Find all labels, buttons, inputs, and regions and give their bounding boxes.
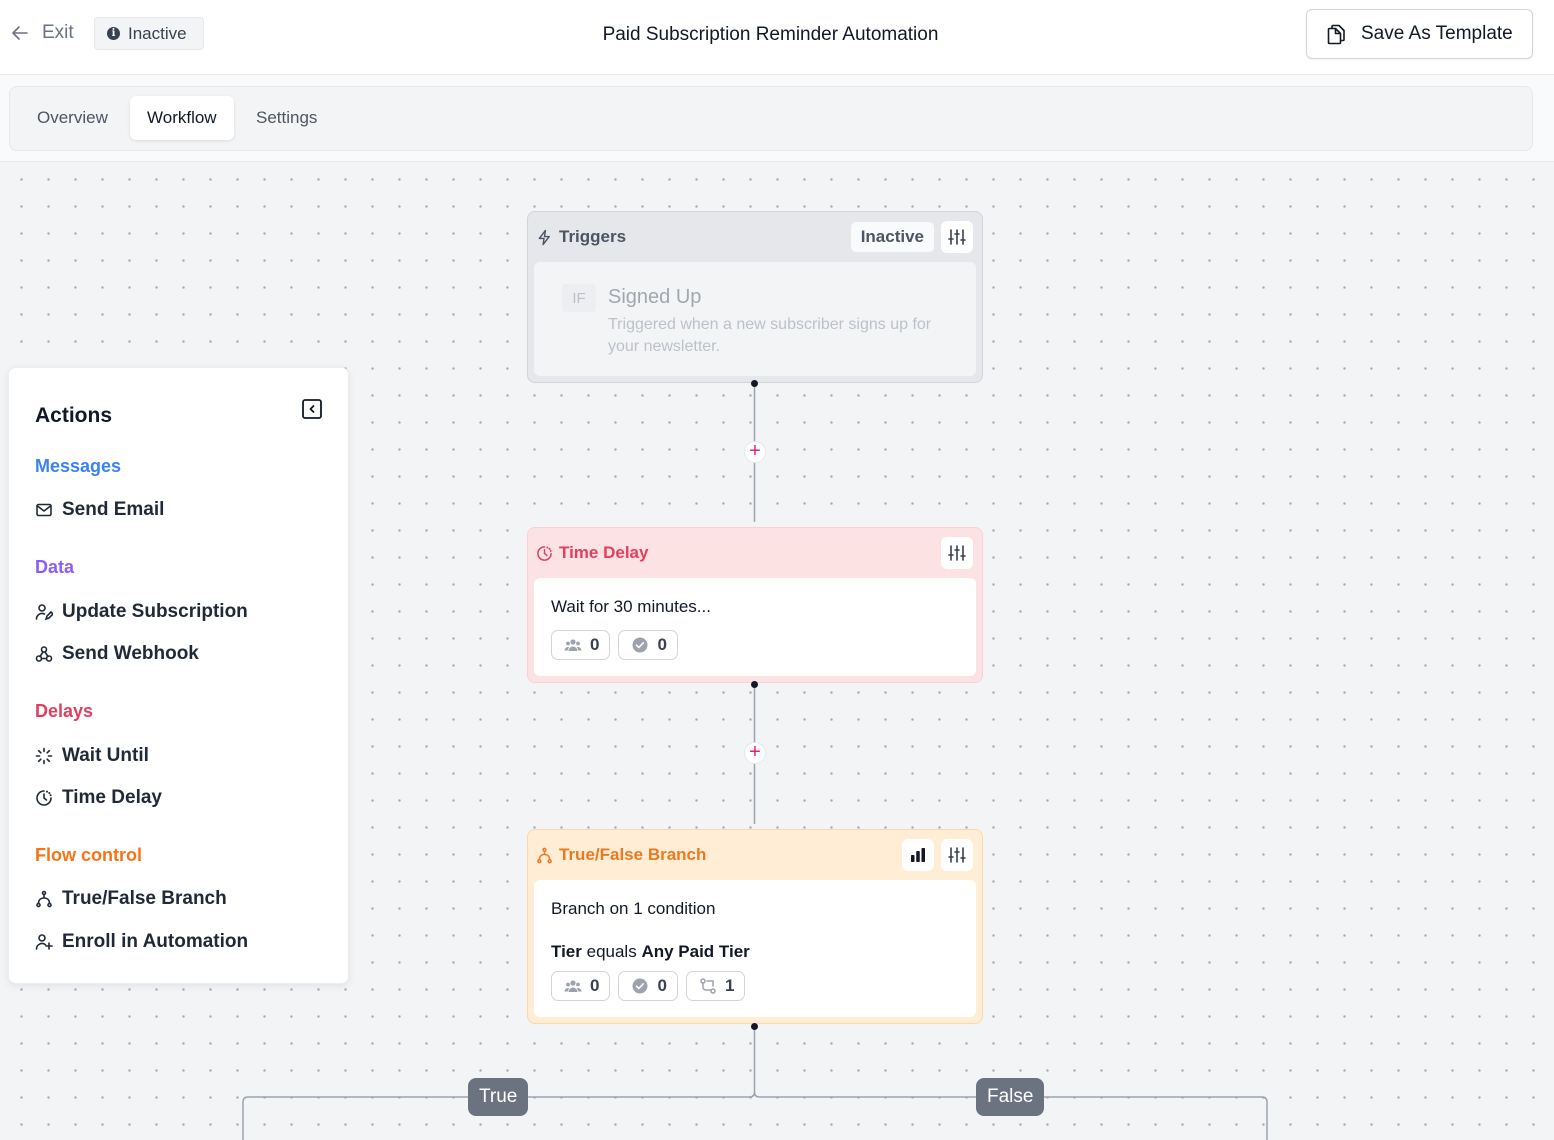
- trigger-title: Triggers: [559, 227, 627, 246]
- users-icon: [564, 980, 582, 992]
- tab-bar: Overview Workflow Settings: [9, 86, 1533, 151]
- check-circle-icon: [632, 637, 648, 653]
- users-icon: [564, 639, 582, 651]
- tab-overview[interactable]: Overview: [20, 96, 125, 140]
- condition-field: Tier: [551, 942, 582, 961]
- sliders-icon: [948, 545, 966, 561]
- connector-dot: [751, 380, 758, 387]
- user-edit-icon: [35, 604, 53, 621]
- action-send-email[interactable]: Send Email: [35, 499, 164, 521]
- true-branch-label[interactable]: True: [468, 1078, 529, 1116]
- trigger-event-description: Triggered when a new subscriber signs up…: [608, 316, 932, 355]
- action-label: Wait Until: [62, 745, 149, 766]
- action-wait-until[interactable]: Wait Until: [35, 745, 149, 767]
- completed-count-badge: 0: [618, 630, 678, 660]
- completed-count: 0: [657, 635, 667, 654]
- action-label: Send Webhook: [62, 643, 199, 664]
- top-bar: Exit i Inactive Paid Subscription Remind…: [0, 0, 1554, 75]
- save-as-template-label: Save As Template: [1361, 23, 1513, 44]
- branched-count-badge: 1: [685, 971, 746, 1001]
- sliders-icon: [948, 847, 966, 863]
- enrolled-count-badge: 0: [551, 630, 611, 660]
- action-label: Update Subscription: [62, 601, 248, 622]
- tab-settings[interactable]: Settings: [239, 96, 334, 140]
- actions-panel: Actions Messages Send Email Data Update …: [8, 367, 349, 984]
- bar-chart-icon: [911, 848, 925, 862]
- time-delay-description: Wait for 30 minutes...: [551, 597, 711, 616]
- action-label: True/False Branch: [62, 888, 227, 909]
- copy-icon: [1327, 24, 1345, 45]
- group-title-messages: Messages: [35, 456, 122, 476]
- action-enroll-in-automation[interactable]: Enroll in Automation: [35, 931, 248, 953]
- true-false-branch-node[interactable]: True/False Branch Branch on 1 condition …: [527, 829, 983, 1024]
- action-true-false-branch[interactable]: True/False Branch: [35, 888, 227, 910]
- add-step-button[interactable]: +: [744, 742, 766, 764]
- branched-count: 1: [724, 976, 735, 995]
- actions-panel-title: Actions: [35, 404, 113, 427]
- route-icon: [700, 978, 716, 994]
- clock-icon: [537, 545, 552, 561]
- group-title-data: Data: [35, 557, 75, 577]
- user-plus-icon: [35, 934, 53, 950]
- connector-dot: [751, 681, 758, 688]
- save-as-template-button[interactable]: Save As Template: [1306, 9, 1533, 59]
- sliders-icon: [948, 229, 966, 245]
- branch-title: True/False Branch: [559, 845, 707, 864]
- trigger-settings-button[interactable]: [941, 221, 973, 253]
- condition-value: Any Paid Tier: [641, 942, 750, 961]
- branch-description: Branch on 1 condition: [551, 899, 716, 918]
- action-time-delay[interactable]: Time Delay: [35, 787, 162, 809]
- time-delay-title: Time Delay: [559, 543, 649, 562]
- branch-analytics-button[interactable]: [902, 839, 934, 871]
- enrolled-count-badge: 0: [551, 971, 611, 1001]
- condition-operator: equals: [586, 942, 637, 961]
- tab-workflow[interactable]: Workflow: [130, 96, 234, 140]
- enrolled-count: 0: [590, 976, 600, 995]
- loader-icon: [35, 747, 53, 765]
- trigger-event-title: Signed Up: [608, 286, 702, 308]
- branch-condition: Tier equals Any Paid Tier: [551, 942, 750, 962]
- connector-dot: [751, 1023, 758, 1030]
- action-update-subscription[interactable]: Update Subscription: [35, 601, 248, 623]
- check-circle-icon: [632, 978, 648, 994]
- action-send-webhook[interactable]: Send Webhook: [35, 643, 199, 665]
- group-title-delays: Delays: [35, 701, 94, 721]
- group-title-flow-control: Flow control: [35, 845, 142, 865]
- time-delay-settings-button[interactable]: [941, 537, 973, 569]
- action-label: Enroll in Automation: [62, 931, 249, 952]
- branch-icon: [36, 890, 52, 908]
- false-branch-label[interactable]: False: [976, 1078, 1045, 1116]
- mail-icon: [36, 503, 52, 517]
- webhook-icon: [35, 646, 53, 662]
- completed-count: 0: [657, 976, 667, 995]
- action-label: Send Email: [62, 499, 165, 520]
- trigger-node[interactable]: Triggers Inactive IF Signed Up Triggered…: [527, 211, 983, 383]
- branch-settings-button[interactable]: [941, 839, 973, 871]
- lightning-icon: [538, 229, 550, 245]
- if-tag: IF: [562, 284, 596, 312]
- time-delay-node[interactable]: Time Delay Wait for 30 minutes... 0 0: [527, 527, 983, 683]
- action-label: Time Delay: [62, 787, 162, 808]
- collapse-panel-icon[interactable]: [301, 398, 323, 420]
- enrolled-count: 0: [590, 635, 600, 654]
- branch-icon: [537, 847, 552, 863]
- completed-count-badge: 0: [618, 971, 678, 1001]
- clock-icon: [36, 790, 52, 806]
- trigger-status-badge: Inactive: [849, 221, 935, 253]
- add-step-button[interactable]: +: [744, 441, 766, 463]
